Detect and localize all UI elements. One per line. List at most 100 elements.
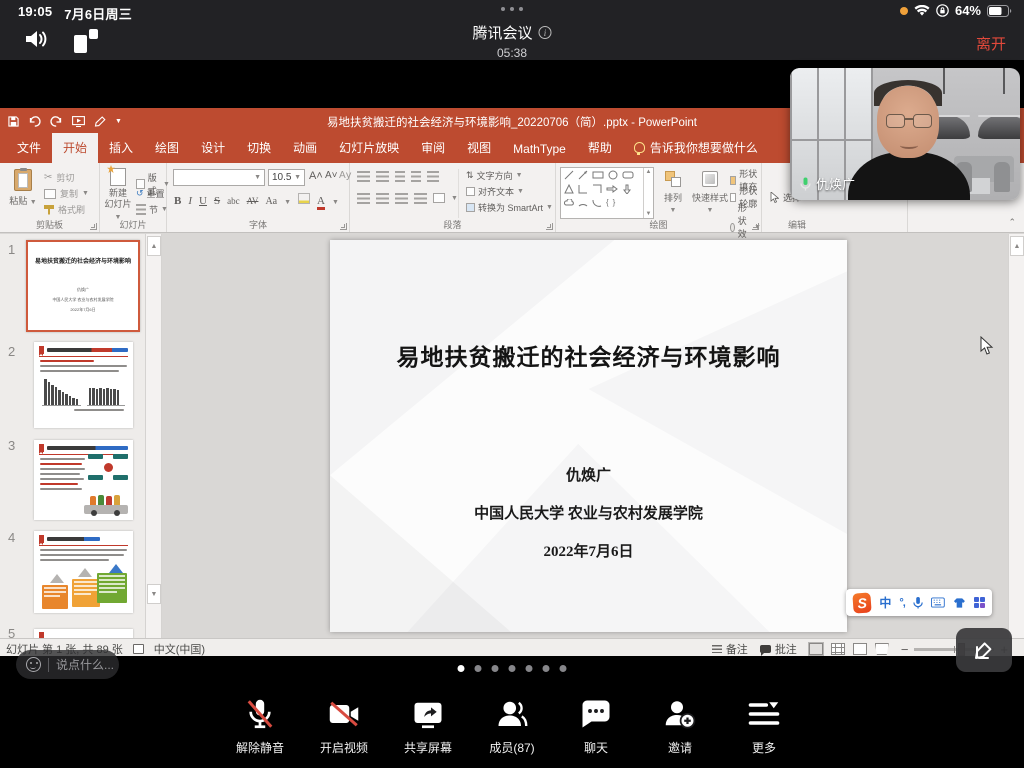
chat-quick-input[interactable]: 说点什么... (16, 650, 119, 679)
shape-l1-icon[interactable] (578, 184, 588, 194)
paragraph-dialog-launcher[interactable] (546, 223, 553, 230)
comments-toggle[interactable]: 批注 (760, 641, 797, 657)
save-icon[interactable] (8, 116, 19, 127)
arrange-button[interactable]: 排列▼ (658, 171, 688, 214)
undo-icon[interactable] (28, 116, 41, 127)
tab-animations[interactable]: 动画 (282, 133, 328, 163)
sogou-logo-icon[interactable]: S (852, 592, 872, 613)
speaker-video-tile[interactable]: 仇焕广 (790, 68, 1020, 200)
tab-file[interactable]: 文件 (6, 133, 52, 163)
thumbnail-scrollbar[interactable]: ▲ ▼ (146, 234, 162, 638)
tab-slideshow[interactable]: 幻灯片放映 (328, 133, 410, 163)
shape-l2-icon[interactable] (592, 184, 602, 194)
new-slide-button[interactable]: 新建幻灯片▼ (104, 168, 132, 222)
chat-button[interactable]: 聊天 (567, 696, 625, 756)
skin-icon[interactable] (953, 597, 966, 609)
unmute-button[interactable]: 解除静音 (231, 696, 289, 756)
more-button[interactable]: 更多 (735, 696, 793, 756)
bullets-icon[interactable] (357, 171, 370, 182)
shape-brace-left-icon[interactable]: { (606, 198, 609, 207)
emoji-icon[interactable] (26, 657, 41, 672)
keyboard-icon[interactable] (931, 597, 945, 608)
language-indicator[interactable]: 中文(中国) (154, 641, 205, 657)
shape-rect-icon[interactable] (592, 170, 604, 180)
char-spacing-button[interactable]: AV (247, 196, 259, 206)
shape-brace-right-icon[interactable]: } (613, 198, 616, 207)
sogou-input-bar[interactable]: S 中 °, (846, 589, 992, 616)
smartart-button[interactable]: 转换为 SmartArt▼ (466, 201, 553, 214)
switch-view-icon[interactable] (74, 29, 98, 53)
tab-help[interactable]: 帮助 (577, 133, 623, 163)
justify-icon[interactable] (414, 193, 427, 204)
invite-button[interactable]: 邀请 (651, 696, 709, 756)
punctuation-icon[interactable]: °, (899, 597, 904, 609)
text-shadow-button[interactable]: abc (227, 196, 240, 206)
shape-arrow-down-icon[interactable] (622, 184, 632, 194)
reading-view-icon[interactable] (853, 643, 867, 655)
font-color-button[interactable]: A (317, 197, 325, 210)
shrink-font-button[interactable]: A˅ (325, 170, 338, 181)
align-left-icon[interactable] (357, 193, 370, 204)
tab-review[interactable]: 审阅 (410, 133, 456, 163)
numbering-icon[interactable] (376, 171, 389, 182)
shape-line-icon[interactable] (564, 170, 574, 180)
thumb-scroll-down-icon[interactable]: ▼ (147, 584, 161, 604)
tab-home[interactable]: 开始 (52, 133, 98, 163)
grow-font-button[interactable]: A˄ (309, 170, 323, 182)
shape-arc-icon[interactable] (578, 199, 588, 207)
bold-button[interactable]: B (174, 195, 181, 207)
shape-arrow-line-icon[interactable] (578, 170, 588, 180)
change-case-button[interactable]: Aa (265, 196, 277, 207)
notes-toggle[interactable]: 备注 (712, 641, 748, 657)
slide-scrollbar[interactable]: ▲ (1008, 234, 1024, 638)
sogou-menu-icon[interactable] (974, 597, 986, 609)
tab-tell-me[interactable]: 告诉我你想要做什么 (623, 133, 769, 163)
copy-button[interactable]: 复制▼ (44, 187, 89, 200)
speaker-icon[interactable] (24, 28, 50, 50)
tab-draw[interactable]: 绘图 (144, 133, 190, 163)
annotation-button[interactable] (956, 628, 1012, 672)
zoom-out-icon[interactable]: − (901, 642, 909, 657)
align-right-icon[interactable] (395, 193, 408, 204)
columns-icon[interactable] (433, 193, 445, 203)
format-painter-button[interactable]: 格式刷 (44, 203, 85, 216)
quick-styles-button[interactable]: 快速样式▼ (692, 171, 728, 214)
shapes-gallery-scroll[interactable]: ▲▼ (643, 168, 653, 218)
tab-view[interactable]: 视图 (456, 133, 502, 163)
voice-input-icon[interactable] (913, 596, 923, 610)
thumb-scroll-up-icon[interactable]: ▲ (147, 236, 161, 256)
slide-thumbnail-4[interactable] (34, 531, 133, 613)
tab-transitions[interactable]: 切换 (236, 133, 282, 163)
text-direction-button[interactable]: ⇅文字方向▼ (466, 169, 523, 182)
paste-button[interactable]: 粘贴 ▼ (8, 169, 38, 207)
strikethrough-button[interactable]: S (214, 195, 220, 207)
collapse-ribbon-icon[interactable]: ⌃ (1008, 217, 1016, 228)
start-video-button[interactable]: 开启视频 (315, 696, 373, 756)
ink-pen-icon[interactable] (94, 116, 106, 127)
share-screen-button[interactable]: 共享屏幕 (399, 696, 457, 756)
start-slideshow-icon[interactable] (72, 116, 85, 127)
slide-sorter-view-icon[interactable] (831, 643, 845, 655)
qat-dropdown-icon[interactable]: ▼ (115, 118, 122, 125)
input-mode-chinese[interactable]: 中 (879, 594, 891, 611)
drawing-dialog-launcher[interactable] (752, 223, 759, 230)
reset-button[interactable]: ↺重置 (136, 187, 165, 200)
leave-button[interactable]: 离开 (976, 33, 1006, 54)
align-text-button[interactable]: 对齐文本▼ (466, 185, 524, 198)
underline-button[interactable]: U (199, 195, 207, 207)
slideshow-view-icon[interactable] (875, 643, 889, 655)
shapes-gallery[interactable]: { } ▲▼ (560, 167, 654, 219)
clipboard-dialog-launcher[interactable] (90, 223, 97, 230)
tab-design[interactable]: 设计 (190, 133, 236, 163)
shape-curve-icon[interactable] (592, 199, 602, 207)
shape-oval-icon[interactable] (608, 170, 618, 180)
normal-view-icon[interactable] (809, 643, 823, 655)
tab-mathtype[interactable]: MathType (502, 136, 577, 163)
cut-button[interactable]: ✂剪切 (44, 171, 74, 184)
decrease-indent-icon[interactable] (395, 171, 405, 182)
section-button[interactable]: 节▼ (136, 203, 168, 216)
shape-round-rect-icon[interactable] (622, 170, 634, 180)
tab-insert[interactable]: 插入 (98, 133, 144, 163)
members-button[interactable]: 成员(87) (483, 696, 541, 756)
align-center-icon[interactable] (376, 193, 389, 204)
